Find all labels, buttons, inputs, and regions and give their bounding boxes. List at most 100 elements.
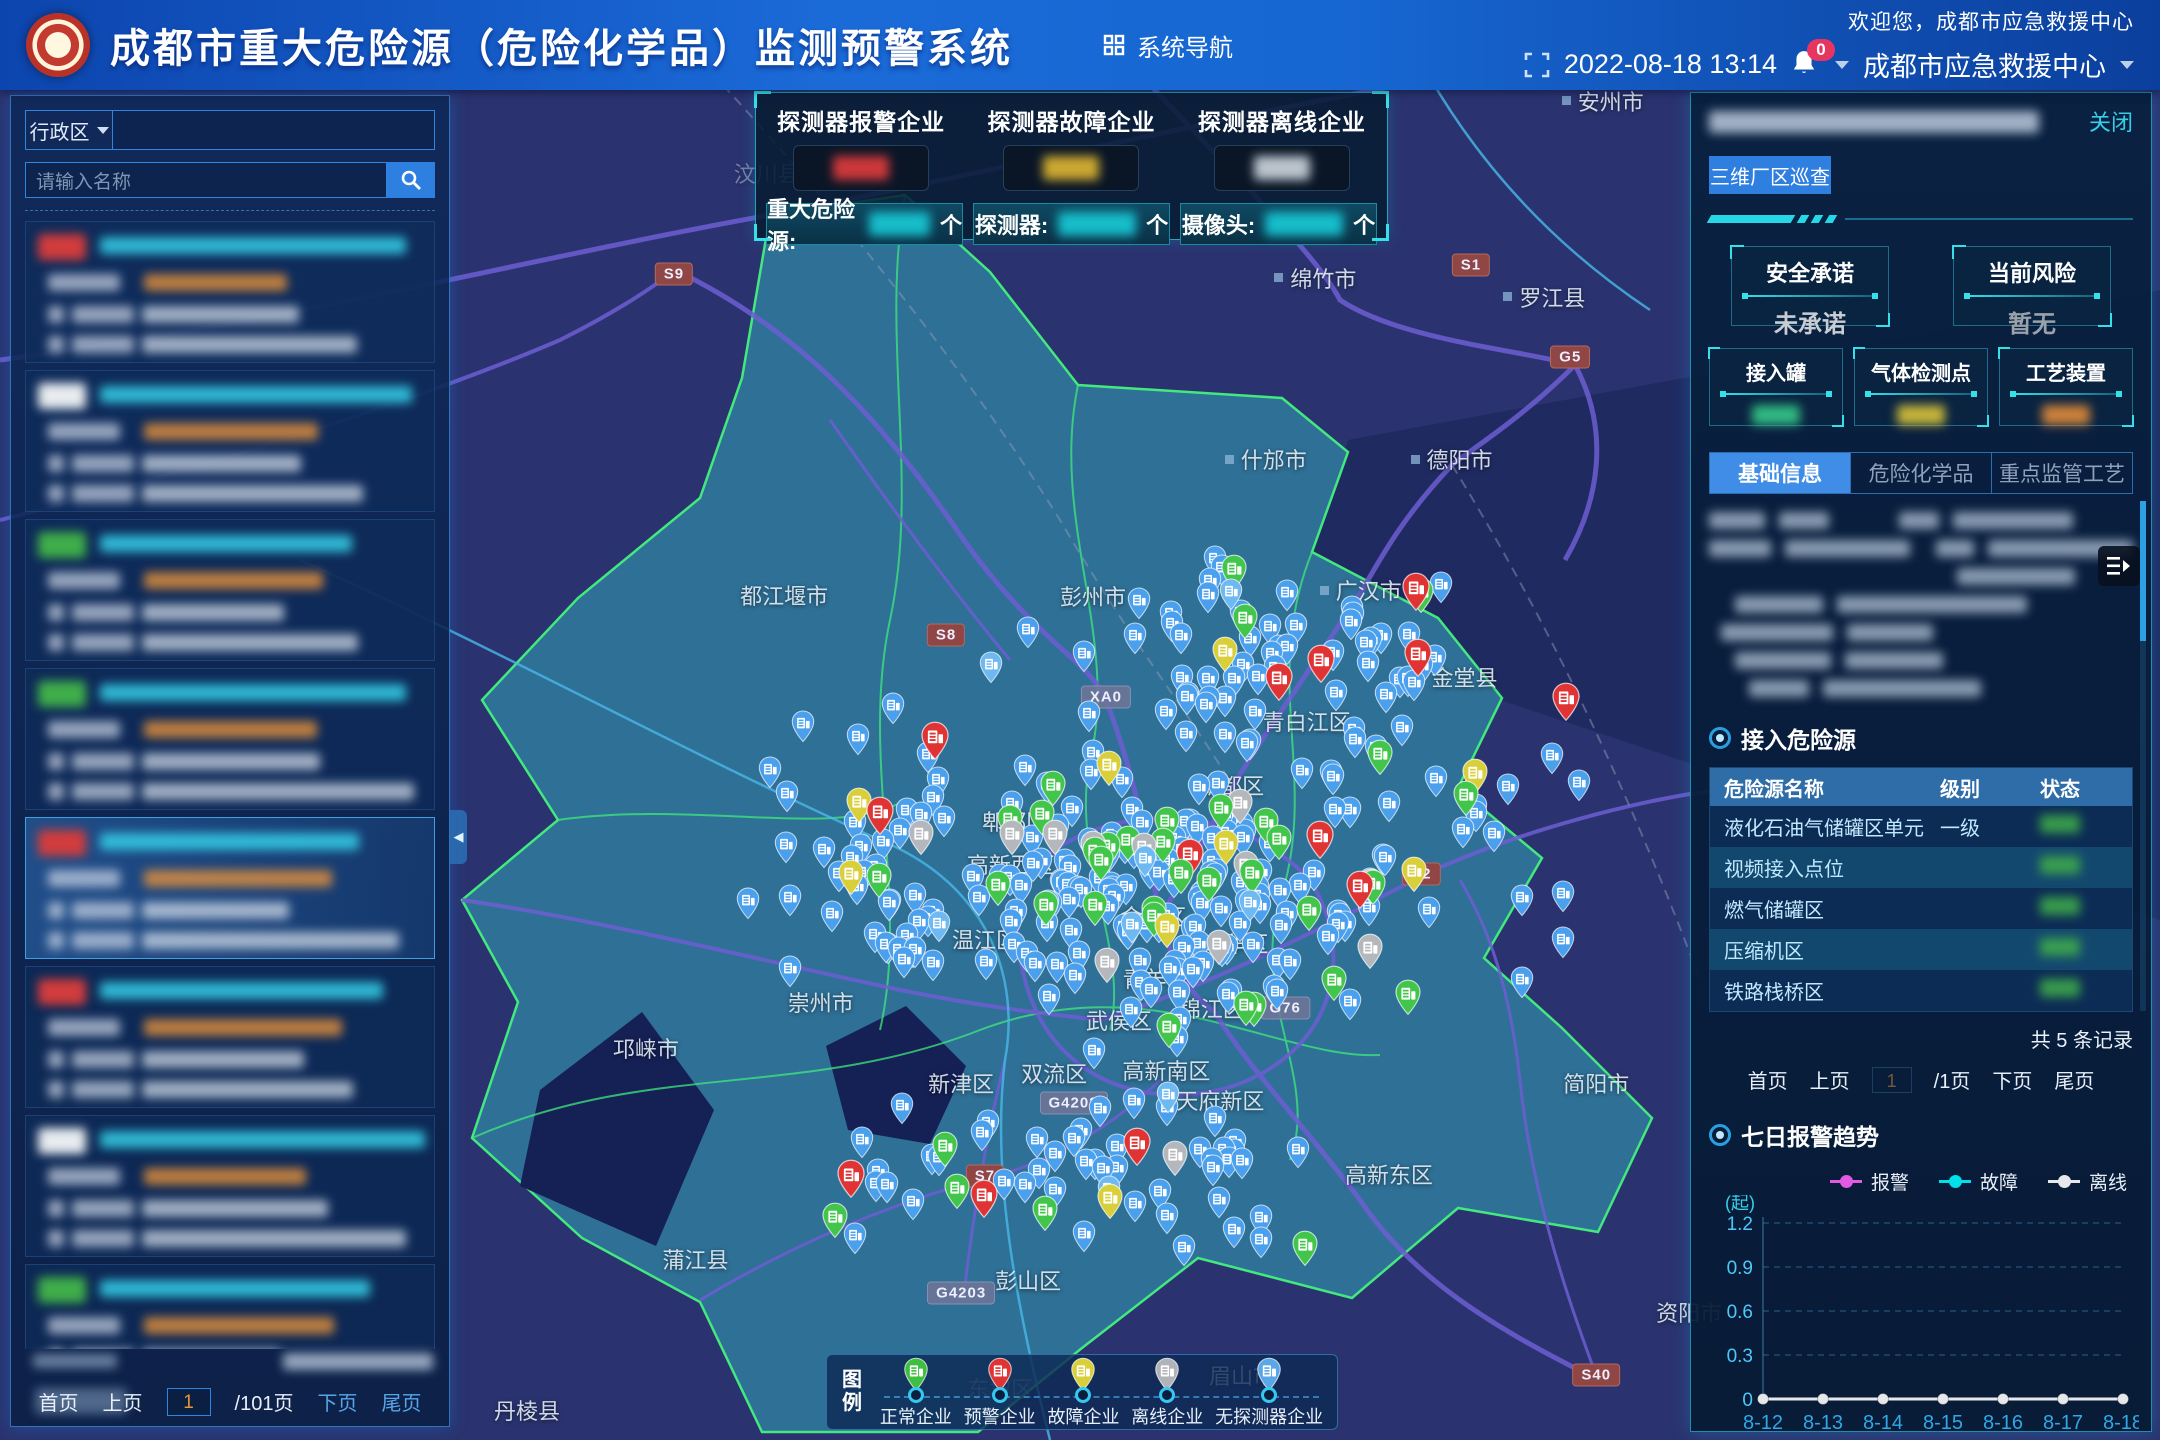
search-input[interactable]: 请输入名称 [25, 162, 387, 198]
map-marker-blue[interactable] [1551, 880, 1576, 913]
map-marker-yellow[interactable] [1400, 856, 1428, 893]
map-marker-yellow[interactable] [1096, 1183, 1124, 1220]
map-marker-blue[interactable] [1417, 896, 1442, 929]
map-marker-blue[interactable] [974, 948, 999, 981]
next-page-button[interactable]: 下页 [1992, 1065, 2032, 1094]
company-card[interactable] [25, 817, 435, 959]
map-marker-green[interactable] [821, 1202, 849, 1239]
map-marker-green[interactable] [1031, 1195, 1059, 1232]
map-marker-blue[interactable] [778, 955, 803, 988]
map-marker-lightblue[interactable] [1132, 845, 1157, 878]
map-marker-red[interactable] [1403, 638, 1433, 678]
map-marker-blue[interactable] [1241, 931, 1266, 964]
map-marker-yellow[interactable] [1211, 636, 1239, 673]
prev-page-button[interactable]: 上页 [1810, 1065, 1850, 1094]
table-row[interactable]: 视频接入点位 [1710, 847, 2132, 888]
map-marker-gray[interactable] [1161, 1140, 1189, 1177]
map-marker-yellow[interactable] [1153, 912, 1181, 949]
map-marker-green[interactable] [1231, 603, 1259, 640]
map-marker-gray[interactable] [1041, 819, 1069, 856]
next-page-button[interactable]: 下页 [317, 1387, 357, 1416]
map-marker-red[interactable] [1122, 1127, 1152, 1167]
map-marker-lightblue[interactable] [1119, 911, 1144, 944]
map-marker-blue[interactable] [1323, 679, 1348, 712]
first-page-button[interactable]: 首页 [1748, 1065, 1788, 1094]
map-marker-green[interactable] [865, 862, 893, 899]
map-marker-green[interactable] [931, 1131, 959, 1168]
map-marker-red[interactable] [920, 721, 950, 761]
region-dropdown[interactable]: 行政区 [26, 111, 113, 149]
map-marker-blue[interactable] [1201, 1154, 1226, 1187]
map-marker-blue[interactable] [1482, 820, 1507, 853]
panel-toggle-button[interactable] [2098, 546, 2140, 586]
company-card[interactable] [25, 370, 435, 512]
map-marker-gray[interactable] [1356, 933, 1384, 970]
map-marker-yellow[interactable] [837, 859, 865, 896]
map-marker-blue[interactable] [735, 887, 760, 920]
map-marker-lightblue[interactable] [1237, 889, 1262, 922]
map-marker-green[interactable] [1394, 979, 1422, 1016]
map-marker-green[interactable] [1032, 890, 1060, 927]
map-marker-green[interactable] [1081, 890, 1109, 927]
map-marker-red[interactable] [1305, 820, 1335, 860]
map-marker-blue[interactable] [1275, 579, 1300, 612]
map-marker-blue[interactable] [1567, 769, 1592, 802]
map-marker-blue[interactable] [1123, 622, 1148, 655]
map-marker-blue[interactable] [1072, 640, 1097, 673]
map-marker-blue[interactable] [1374, 681, 1399, 714]
map-marker-green[interactable] [1232, 990, 1260, 1027]
map-marker-red[interactable] [1401, 572, 1431, 612]
chevron-down-icon[interactable] [2120, 61, 2134, 69]
map-marker-green[interactable] [1366, 739, 1394, 776]
map-marker-blue[interactable] [1171, 1234, 1196, 1267]
chart-legend-item[interactable]: 故障 [1939, 1168, 2018, 1195]
map-marker-blue[interactable] [775, 780, 800, 813]
scrollbar-track[interactable] [2140, 501, 2146, 1011]
company-card[interactable] [25, 668, 435, 810]
last-page-button[interactable]: 尾页 [2054, 1065, 2094, 1094]
map-marker-blue[interactable] [1289, 757, 1314, 790]
company-card[interactable] [25, 966, 435, 1108]
map-marker-red[interactable] [1551, 682, 1581, 722]
map-marker-blue[interactable] [1081, 1037, 1106, 1070]
map-marker-gray[interactable] [998, 819, 1026, 856]
map-marker-blue[interactable] [1195, 581, 1220, 614]
map-marker-green[interactable] [1087, 845, 1115, 882]
tab-3[interactable]: 重点监管工艺 [1992, 453, 2132, 493]
map-marker-blue[interactable] [892, 946, 917, 979]
map-marker-gray[interactable] [907, 819, 935, 856]
map-marker-blue[interactable] [1321, 763, 1346, 796]
company-card[interactable] [25, 519, 435, 661]
map-marker-green[interactable] [1265, 824, 1293, 861]
map-marker-blue[interactable] [1072, 1220, 1097, 1253]
map-marker-blue[interactable] [1286, 1136, 1311, 1169]
map-marker-green[interactable] [1195, 866, 1223, 903]
map-marker-blue[interactable] [920, 949, 945, 982]
table-row[interactable]: 压缩机区 [1710, 929, 2132, 970]
notification-bell[interactable]: 0 [1791, 49, 1821, 81]
region-value-input[interactable] [113, 111, 434, 149]
company-card[interactable] [25, 1264, 435, 1349]
map-marker-blue[interactable] [1222, 1216, 1247, 1249]
first-page-button[interactable]: 首页 [39, 1387, 79, 1416]
map-marker-red[interactable] [1264, 662, 1294, 702]
map-marker-blue[interactable] [1121, 1087, 1146, 1120]
map-marker-blue[interactable] [1169, 622, 1194, 655]
map-marker-blue[interactable] [932, 805, 957, 838]
user-menu[interactable]: 成都市应急救援中心 [1863, 45, 2106, 84]
3d-plant-tour-button[interactable]: 三维厂区巡查 [1709, 156, 1831, 194]
map-marker-blue[interactable] [1509, 966, 1534, 999]
map-marker-blue[interactable] [850, 1126, 875, 1159]
map-marker-gray[interactable] [1205, 929, 1233, 966]
map-marker-blue[interactable] [1510, 884, 1535, 917]
map-marker-blue[interactable] [889, 1092, 914, 1125]
page-number-input[interactable]: 1 [1872, 1067, 1912, 1093]
map-marker-blue[interactable] [969, 1119, 994, 1152]
map-marker-blue[interactable] [1269, 912, 1294, 945]
map-marker-gray[interactable] [1093, 947, 1121, 984]
map-marker-blue[interactable] [1174, 720, 1199, 753]
map-marker-blue[interactable] [874, 1171, 899, 1204]
map-marker-blue[interactable] [1154, 1202, 1179, 1235]
map-marker-green[interactable] [1320, 965, 1348, 1002]
map-marker-blue[interactable] [1248, 1226, 1273, 1259]
